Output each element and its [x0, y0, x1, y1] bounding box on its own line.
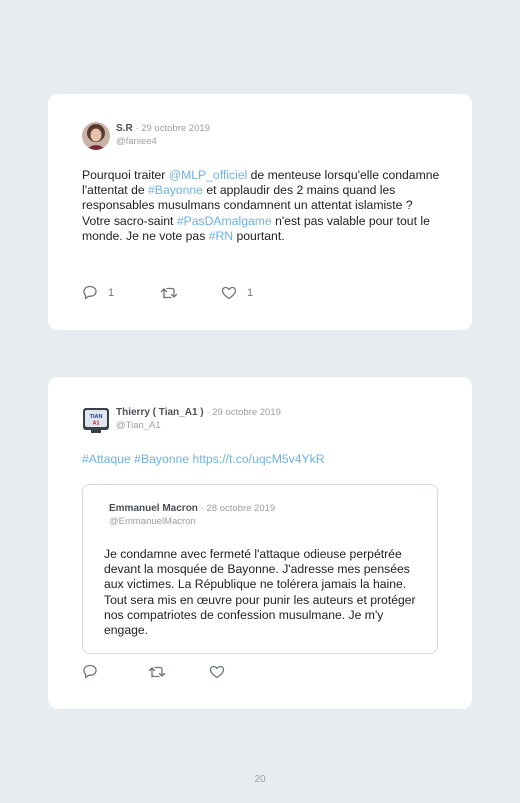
tweet-actions: 1 1 [82, 285, 253, 300]
tweet-date[interactable]: · 29 octobre 2019 [135, 123, 209, 134]
tweet-actions [82, 664, 225, 679]
like-icon [221, 286, 237, 300]
tweet-text-segment: pourtant. [233, 228, 285, 243]
tweet-header: TIAN A1 Thierry ( Tian_A1 ) · 29 octobre… [82, 406, 281, 434]
tweet-card: TIAN A1 Thierry ( Tian_A1 ) · 29 octobre… [48, 377, 472, 709]
reply-button[interactable] [82, 664, 148, 679]
tweet-link[interactable]: #PasDAmalgame [177, 214, 272, 228]
author-handle[interactable]: @Tian_A1 [116, 419, 281, 432]
author-name[interactable]: Thierry ( Tian_A1 ) [116, 407, 204, 418]
avatar[interactable] [82, 122, 110, 150]
tweet-link[interactable]: #Bayonne [148, 183, 203, 197]
tweet-link[interactable]: #RN [209, 229, 233, 243]
author-handle[interactable]: @faniee4 [116, 135, 210, 148]
like-count: 1 [247, 286, 254, 299]
svg-text:TIAN: TIAN [90, 414, 103, 420]
quoted-author-name[interactable]: Emmanuel Macron [109, 503, 198, 514]
tweet-text: Pourquoi traiter @MLP_officiel de menteu… [82, 168, 444, 244]
avatar[interactable]: TIAN A1 [82, 406, 110, 434]
like-button[interactable]: 1 [221, 286, 253, 300]
svg-text:A1: A1 [92, 421, 99, 427]
like-icon [209, 665, 225, 679]
quoted-author-handle[interactable]: @EmmanuelMacron [109, 515, 275, 528]
tweet-text[interactable]: #Attaque #Bayonne https://t.co/uqcM5v4Yk… [82, 452, 444, 467]
tweet-card: S.R · 29 octobre 2019 @faniee4 Pourquoi … [48, 94, 472, 330]
tweet-header: S.R · 29 octobre 2019 @faniee4 [82, 122, 210, 150]
reply-icon [82, 664, 98, 679]
tweet-link[interactable]: @MLP_officiel [169, 168, 248, 182]
reply-icon [82, 285, 98, 300]
author-name[interactable]: S.R [116, 123, 133, 134]
page-number: 20 [254, 774, 266, 785]
reply-button[interactable]: 1 [82, 285, 160, 300]
quoted-date[interactable]: · 28 octobre 2019 [201, 503, 275, 514]
tweet-date[interactable]: · 29 octobre 2019 [206, 407, 280, 418]
like-button[interactable] [209, 665, 225, 679]
quoted-tweet[interactable]: Emmanuel Macron · 28 octobre 2019 @Emman… [82, 484, 438, 654]
tweet-text-segment: Pourquoi traiter [82, 168, 169, 182]
retweet-icon [148, 665, 166, 679]
reply-count: 1 [108, 286, 115, 299]
quoted-text: Je condamne avec fermeté l'attaque odieu… [104, 547, 416, 638]
quoted-header: Emmanuel Macron · 28 octobre 2019 @Emman… [109, 502, 275, 528]
retweet-button[interactable] [148, 665, 209, 679]
retweet-button[interactable] [160, 286, 221, 300]
retweet-icon [160, 286, 178, 300]
